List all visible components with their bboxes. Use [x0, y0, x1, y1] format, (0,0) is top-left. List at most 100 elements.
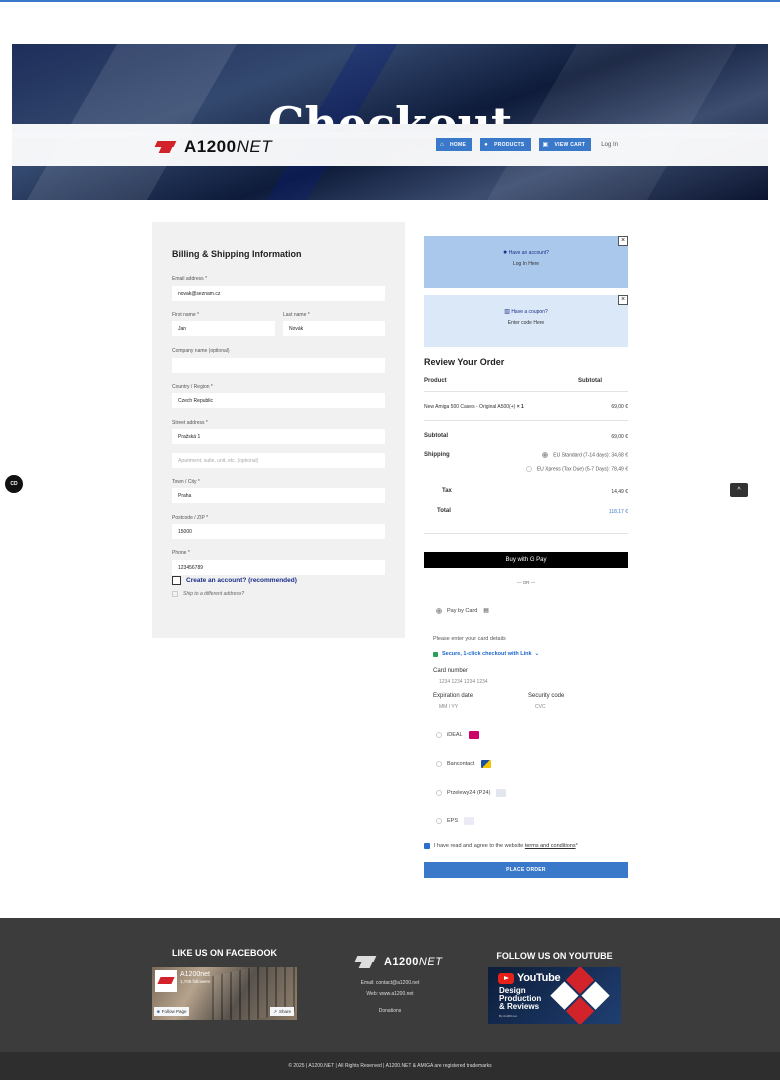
facebook-page-name[interactable]: A1200net: [180, 971, 210, 978]
products-icon: ●: [484, 141, 489, 148]
p24-radio[interactable]: [436, 790, 442, 796]
company-field[interactable]: [172, 358, 385, 373]
youtube-banner[interactable]: YouTube Design Production & Reviews By A…: [488, 967, 621, 1024]
facebook-heading: LIKE US ON FACEBOOK: [171, 948, 277, 958]
nav-view-cart-button[interactable]: ▣ VIEW CART: [538, 138, 592, 151]
tax-label: Tax: [442, 488, 452, 494]
tax-value: 14,49 €: [611, 489, 628, 495]
scroll-to-top-button[interactable]: ^: [730, 483, 748, 497]
ship-different-label: Ship to a different address?: [183, 591, 245, 597]
account-notice-title: Have an account?: [508, 250, 549, 256]
chevron-down-icon: ⌄: [534, 651, 540, 657]
google-pay-button[interactable]: Buy with G Pay: [424, 552, 628, 568]
postcode-field[interactable]: 15000: [172, 524, 385, 539]
coupon-notice: × ▥ Have a coupon? Enter code Here: [424, 295, 628, 347]
company-label: Company name (optional): [172, 348, 230, 354]
card-number-input[interactable]: 1234 1234 1234 1234: [439, 679, 488, 685]
cvc-input[interactable]: CVC: [535, 704, 546, 710]
first-name-field[interactable]: Jan: [172, 321, 275, 336]
create-account-checkbox[interactable]: [172, 576, 181, 585]
p24-option[interactable]: Przelewy24 (P24): [436, 789, 507, 797]
country-select[interactable]: Czech Republic: [172, 393, 385, 408]
footer-email[interactable]: Email: contact@a1200.net: [310, 980, 470, 986]
enter-code-link[interactable]: Enter code Here: [424, 320, 628, 326]
account-notice: × ● Have an account? Log In Here: [424, 236, 628, 288]
ideal-option[interactable]: iDEAL: [436, 731, 479, 739]
eps-option[interactable]: EPS: [436, 817, 475, 825]
bancontact-option[interactable]: Bancontact: [436, 760, 491, 768]
footer-web[interactable]: Web: www.a1200.net: [310, 991, 470, 997]
top-accent-line: [0, 0, 780, 2]
cd-badge[interactable]: CD: [5, 475, 23, 493]
facebook-share-button[interactable]: ↗ Share: [270, 1007, 294, 1016]
bancontact-radio[interactable]: [436, 761, 442, 767]
copyright-bar: © 2025 | A1200.NET | All Rights Reserved…: [0, 1052, 780, 1080]
create-account-option[interactable]: Create an account? (recommended): [172, 576, 297, 585]
terms-agreement[interactable]: I have read and agree to the website ter…: [424, 843, 578, 849]
phone-field[interactable]: 123456789: [172, 560, 385, 575]
page-title: Checkout: [267, 97, 513, 124]
place-order-button[interactable]: PLACE ORDER: [424, 862, 628, 878]
terms-checkbox[interactable]: [424, 843, 430, 849]
facebook-page-avatar: [155, 970, 177, 992]
nav-products-button[interactable]: ● PRODUCTS: [480, 138, 531, 151]
footer-logo-text-suffix: NET: [418, 956, 443, 968]
card-number-label: Card number: [433, 668, 469, 674]
ideal-icon: [468, 731, 479, 739]
user-icon: ●: [503, 249, 508, 256]
footer-donations-link[interactable]: Donations: [310, 1008, 470, 1014]
street-label: Street address *: [172, 420, 208, 426]
ship-different-option[interactable]: Ship to a different address?: [172, 591, 244, 597]
email-field[interactable]: novak@seznam.cz: [172, 286, 385, 301]
logo-mark-icon: [154, 140, 178, 154]
cvc-label: Security code: [528, 693, 565, 699]
eps-icon: [464, 817, 475, 825]
divider: [424, 533, 628, 534]
city-label: Town / City *: [172, 479, 200, 485]
shipping-standard-radio[interactable]: [542, 452, 549, 458]
share-icon: ↗: [273, 1008, 277, 1014]
pay-by-card-radio[interactable]: [436, 607, 442, 614]
login-link[interactable]: Log In: [601, 142, 618, 148]
close-account-notice-button[interactable]: ×: [618, 236, 628, 246]
last-name-field[interactable]: Novák: [283, 321, 385, 336]
shipping-xpress-radio[interactable]: [525, 466, 532, 472]
facebook-widget[interactable]: A1200net 1,706 followers ■ Follow Page ↗ S…: [152, 967, 297, 1020]
footer-logo[interactable]: A1200NET: [354, 955, 442, 969]
card-details-prompt: Please enter your card details: [433, 636, 506, 642]
item-total: 69,00 €: [611, 404, 628, 410]
footer-logo-text: A1200: [384, 956, 419, 968]
street-field[interactable]: Pražská 1: [172, 429, 385, 444]
ship-different-checkbox[interactable]: [172, 591, 178, 597]
p24-icon: [496, 789, 507, 797]
create-account-label: Create an account? (recommended): [186, 577, 297, 584]
close-coupon-notice-button[interactable]: ×: [618, 295, 628, 305]
pay-by-card-option[interactable]: Pay by Card ▤: [436, 607, 489, 614]
site-logo[interactable]: A1200NET: [154, 137, 272, 157]
eps-radio[interactable]: [436, 818, 442, 824]
expiry-input[interactable]: MM / YY: [439, 704, 458, 710]
ideal-radio[interactable]: [436, 732, 442, 738]
credit-card-icon: ▤: [483, 608, 489, 614]
lock-icon: [433, 651, 438, 657]
login-here-link[interactable]: Log In Here: [424, 261, 628, 267]
shipping-option-xpress[interactable]: EU Xpress (Tax Due) (5-7 Days): 78,49 €: [480, 466, 628, 472]
street2-field[interactable]: Apartment, suite, unit, etc. (optional): [172, 453, 385, 468]
youtube-banner-text: Design Production & Reviews: [499, 986, 542, 1011]
last-name-label: Last name *: [283, 312, 310, 318]
facebook-followers: 1,706 followers: [180, 979, 211, 984]
site-header: A1200NET ⌂ HOME ● PRODUCTS ▣ VIEW CART Log …: [12, 124, 768, 166]
barcode-icon: ▥: [504, 309, 510, 315]
postcode-label: Postcode / ZIP *: [172, 515, 209, 521]
facebook-follow-button[interactable]: ■ Follow Page: [154, 1007, 190, 1016]
total-value: 118,17 €: [608, 509, 628, 515]
subtotal-label: Subtotal: [424, 433, 448, 439]
coupon-notice-title: Have a coupon?: [511, 309, 548, 315]
terms-link[interactable]: terms and conditions: [525, 843, 576, 849]
nav-home-button[interactable]: ⌂ HOME: [436, 138, 473, 151]
link-checkout[interactable]: Secure, 1-click checkout with Link ⌄: [433, 651, 539, 657]
youtube-banner-byline: By A1200.net: [499, 1014, 517, 1018]
shipping-option-standard[interactable]: EU Standard (7-14 days): 34,68 €: [480, 452, 628, 458]
expiry-label: Expiration date: [433, 693, 474, 699]
city-field[interactable]: Praha: [172, 488, 385, 503]
